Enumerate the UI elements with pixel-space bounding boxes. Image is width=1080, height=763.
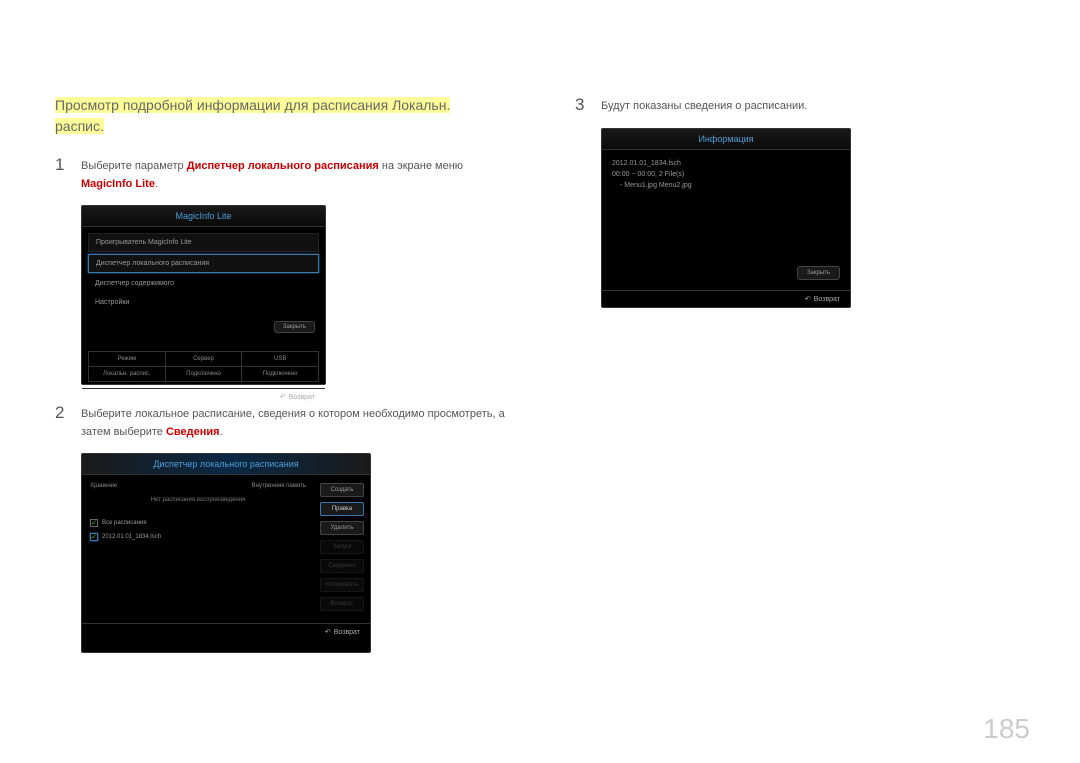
- footer-bar: ↶Возврат: [82, 388, 325, 405]
- footer-bar: ↶Возврат: [82, 623, 370, 640]
- close-button[interactable]: Закрыть: [797, 266, 840, 280]
- footer-bar: ↶Возврат: [602, 290, 850, 307]
- step-3-text: Будут показаны сведения о расписании.: [601, 95, 807, 116]
- return-icon: ↶: [325, 628, 331, 636]
- schedule-list-area: Хранение Внутренняя память Нет расписани…: [82, 475, 314, 623]
- panel-title: Диспетчер локального расписания: [82, 454, 370, 475]
- page-number: 185: [983, 713, 1030, 745]
- step-3: 3 Будут показаны сведения о расписании.: [575, 95, 995, 116]
- step-1: 1 Выберите параметр Диспетчер локального…: [55, 155, 535, 193]
- info-filename: 2012.01.01_1834.lsch: [612, 160, 840, 167]
- title-line-1: Просмотр подробной информации для распис…: [55, 97, 450, 113]
- menu-item-player[interactable]: Проигрыватель MagicInfo Lite: [88, 233, 319, 252]
- info-button[interactable]: Сведения: [320, 559, 364, 573]
- info-timerange: 00:00 ~ 00:00, 2 File(s): [612, 171, 840, 178]
- menu-item-content-mgr[interactable]: Диспетчер содержимого: [88, 275, 319, 292]
- status-row-1: Режим Сервер USB: [88, 351, 319, 367]
- section-heading: Просмотр подробной информации для распис…: [55, 95, 535, 137]
- step-2: 2 Выберите локальное расписание, сведени…: [55, 403, 535, 441]
- create-button[interactable]: Создать: [320, 483, 364, 497]
- menu-item-settings[interactable]: Настройки: [88, 294, 319, 311]
- status-row-2: Локальн. распис. Подключено Подключено: [88, 367, 319, 382]
- step-1-text: Выберите параметр Диспетчер локального р…: [81, 155, 463, 193]
- step-number: 1: [55, 155, 69, 193]
- action-buttons: Создать Правка Удалить Запуск Сведения К…: [314, 475, 370, 623]
- step-number: 2: [55, 403, 69, 441]
- run-button[interactable]: Запуск: [320, 540, 364, 554]
- menu-item-local-schedule[interactable]: Диспетчер локального расписания: [88, 254, 319, 273]
- return-icon: ↶: [805, 295, 811, 303]
- panel-title: Информация: [602, 129, 850, 150]
- step-2-text: Выберите локальное расписание, сведения …: [81, 403, 535, 441]
- copy-button[interactable]: Копировать: [320, 578, 364, 592]
- return-icon: ↶: [280, 393, 286, 401]
- delete-button[interactable]: Удалить: [320, 521, 364, 535]
- checkbox-icon[interactable]: ✓: [90, 519, 98, 527]
- edit-button[interactable]: Правка: [320, 502, 364, 516]
- information-screenshot: Информация 2012.01.01_1834.lsch 00:00 ~ …: [601, 128, 851, 308]
- local-schedule-screenshot: Диспетчер локального расписания Хранение…: [81, 453, 371, 653]
- return-button[interactable]: Возврат: [320, 597, 364, 611]
- step-number: 3: [575, 95, 589, 116]
- left-column: Просмотр подробной информации для распис…: [55, 95, 535, 671]
- schedule-file-row[interactable]: ✓ 2012.01.01_1834.lsch: [90, 533, 306, 541]
- storage-row: Хранение Внутренняя память: [90, 483, 306, 489]
- checkbox-icon[interactable]: ✓: [90, 533, 98, 541]
- right-column: 3 Будут показаны сведения о расписании. …: [575, 95, 995, 671]
- magicinfo-menu-screenshot: MagicInfo Lite Проигрыватель MagicInfo L…: [81, 205, 326, 385]
- no-schedule-msg: Нет расписания воспроизведения: [90, 497, 306, 503]
- all-schedules-row[interactable]: ✓ Все расписания: [90, 519, 306, 527]
- title-line-2: распис.: [55, 118, 104, 134]
- close-button[interactable]: Закрыть: [274, 321, 315, 333]
- panel-title: MagicInfo Lite: [82, 206, 325, 227]
- info-files: - Menu1.jpg Menu2.jpg: [612, 182, 840, 189]
